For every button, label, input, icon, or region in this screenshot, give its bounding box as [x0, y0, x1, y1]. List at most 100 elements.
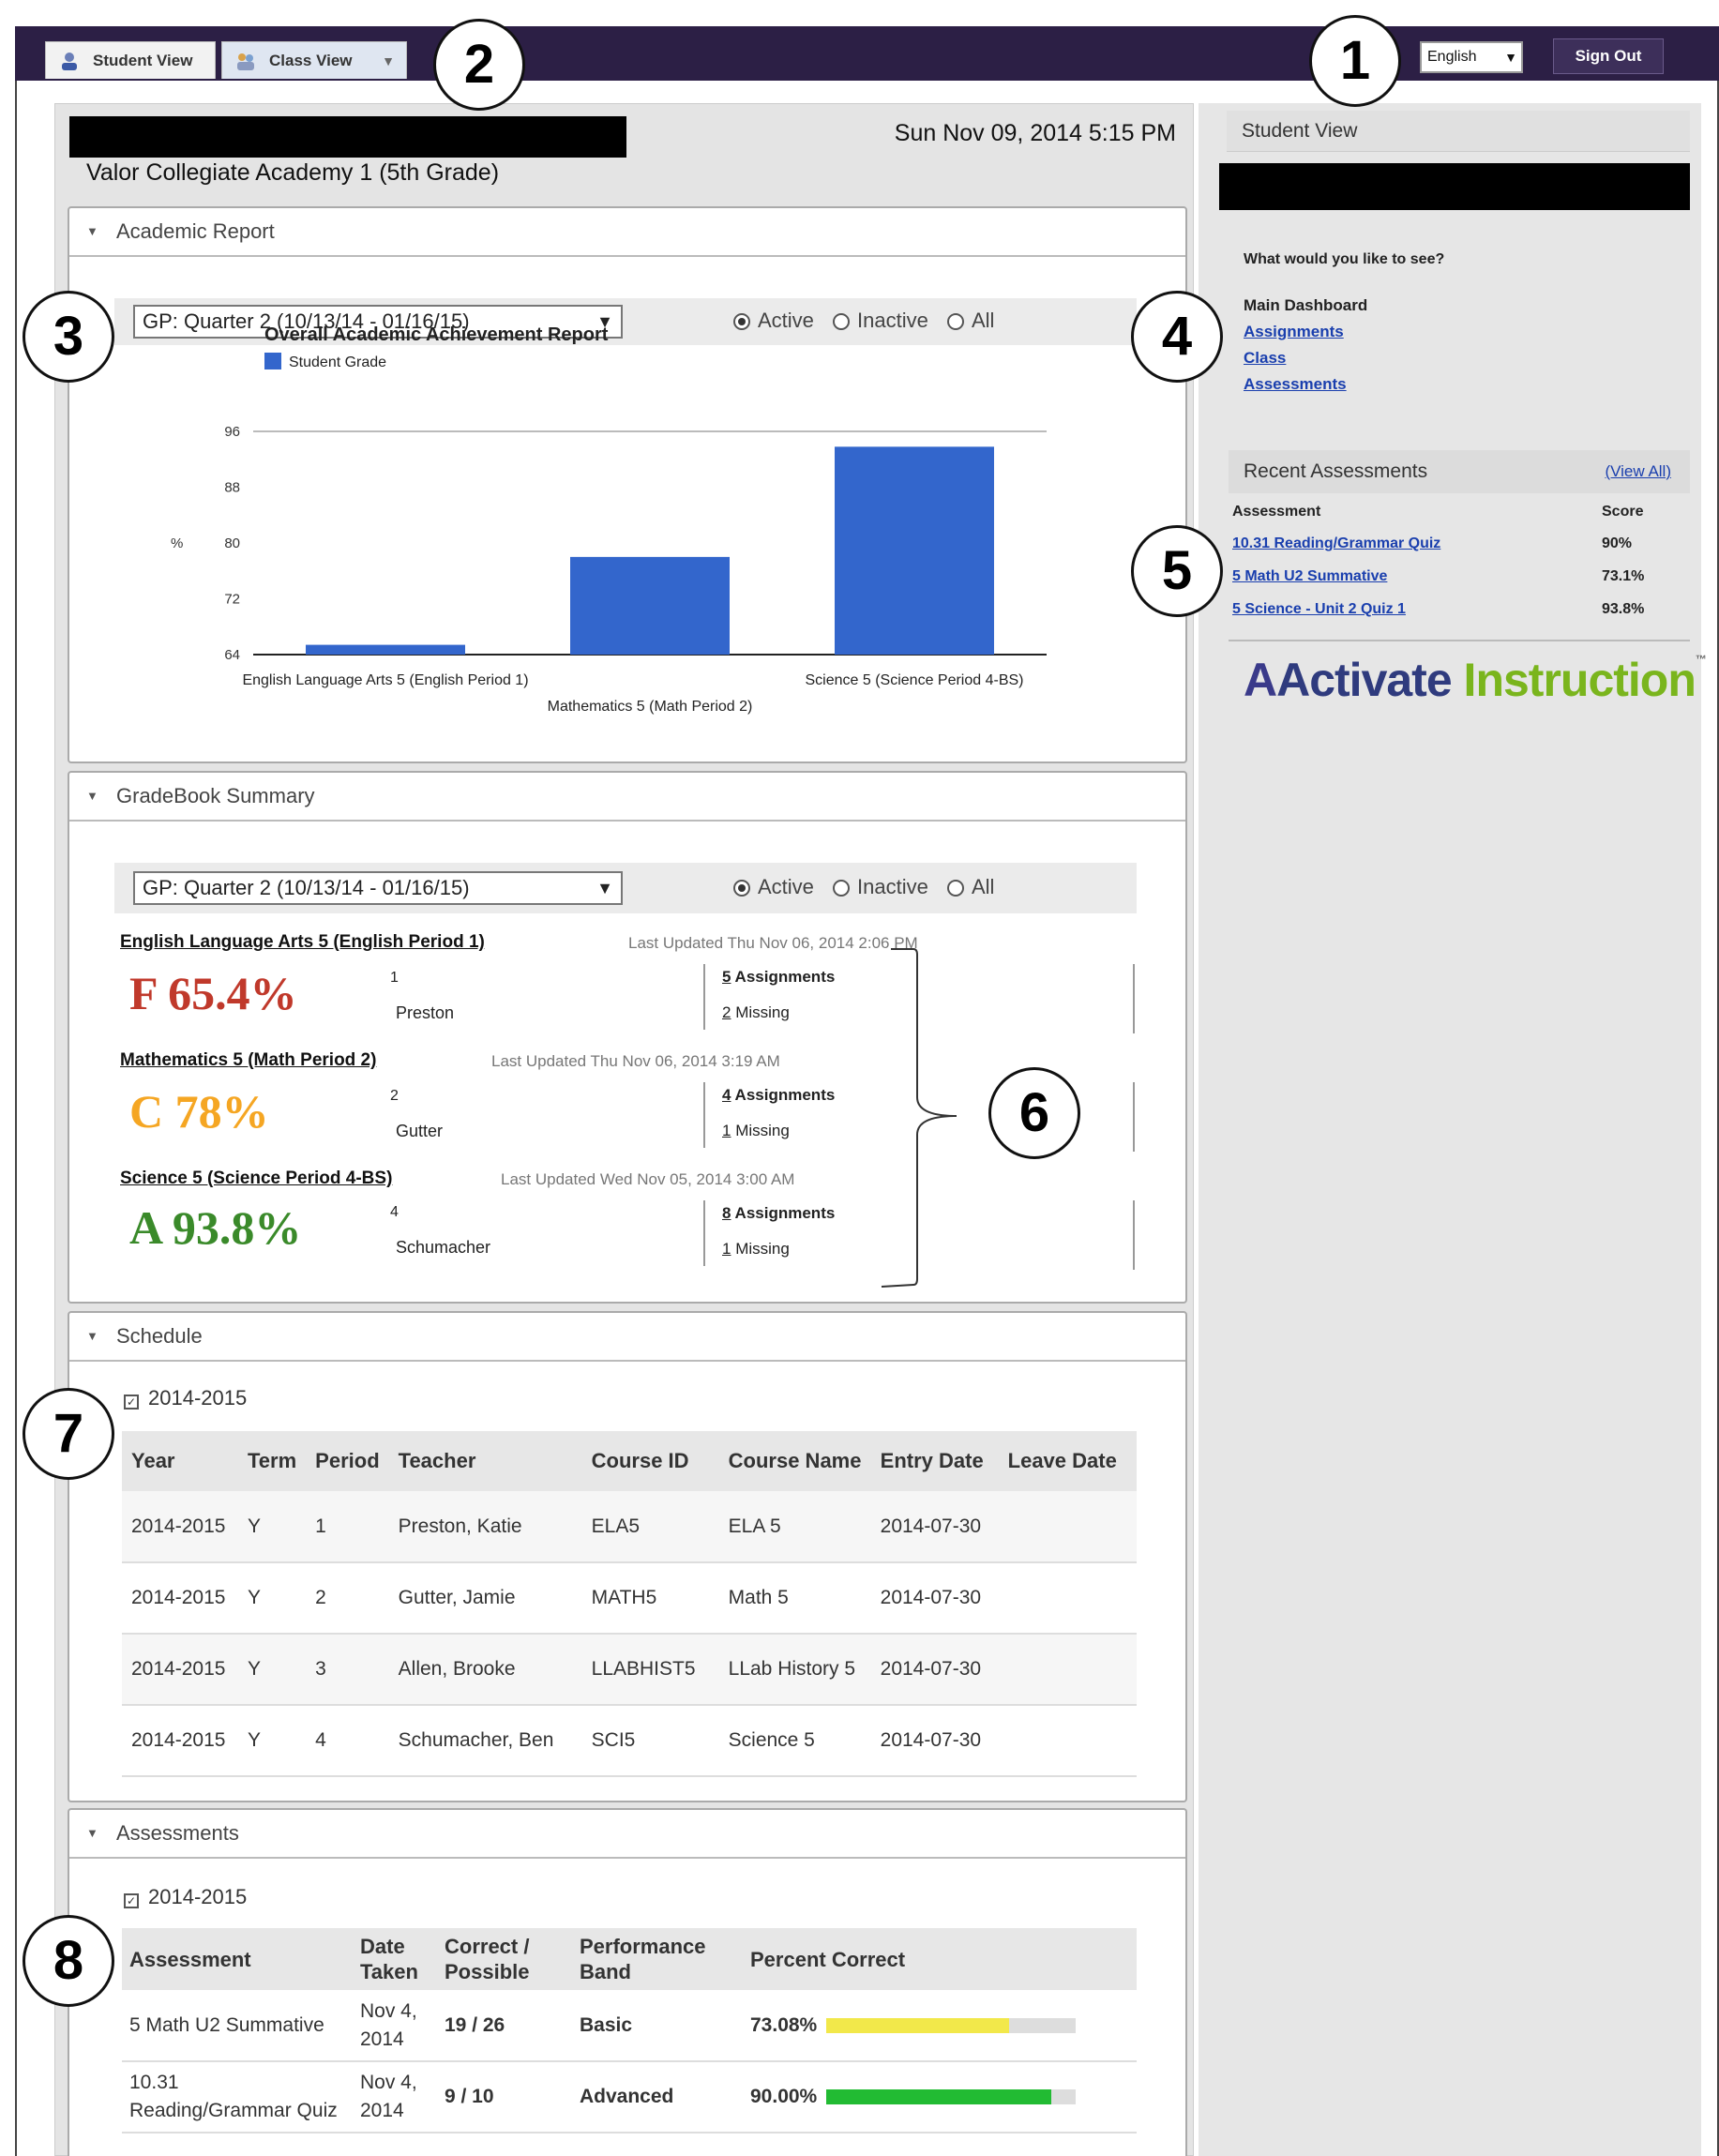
gradebook-header[interactable]: ▼ GradeBook Summary	[69, 773, 1185, 822]
recent-assessment-link[interactable]: 10.31 Reading/Grammar Quiz	[1232, 535, 1440, 552]
radio-button[interactable]	[733, 880, 750, 897]
divider	[703, 1082, 705, 1148]
cell-date: Nov 4, 2014	[353, 1990, 437, 2062]
cell-course-id: LLABHIST5	[581, 1634, 719, 1706]
progress-bar	[826, 2017, 1077, 2033]
radio-label: All	[972, 875, 995, 898]
assignments-link[interactable]: 8 Assignments	[722, 1204, 835, 1223]
table-row: 10.31 Reading/Grammar Quiz Nov 4, 2014 9…	[122, 2061, 1137, 2133]
cell-term: Y	[238, 1634, 307, 1706]
cell-correct: 19 / 26	[437, 1990, 572, 2062]
missing-link[interactable]: 2 Missing	[722, 1003, 790, 1022]
cell-term: Y	[238, 1705, 307, 1777]
cell-teacher: Allen, Brooke	[388, 1634, 582, 1706]
table-row: 5 Math U2 Summative Nov 4, 2014 19 / 26 …	[122, 1990, 1137, 2062]
grading-period-select[interactable]: GP: Quarter 2 (10/13/14 - 01/16/15) ▼	[133, 871, 623, 905]
y-tick-label: 80	[224, 535, 240, 551]
year-toggle[interactable]: ✓ 2014-2015	[124, 1386, 247, 1410]
callout-6: 6	[988, 1067, 1080, 1159]
cell-percent: 90.00%	[743, 2061, 1137, 2133]
section-title: Assessments	[116, 1821, 239, 1845]
view-all-link[interactable]: (View All)	[1605, 450, 1671, 493]
schedule-section: ▼ Schedule ✓ 2014-2015 Year Term Period Te…	[68, 1311, 1187, 1802]
assignments-link[interactable]: 5 Assignments	[722, 968, 835, 987]
sidebar-link-assignments[interactable]: Assignments	[1244, 323, 1344, 341]
radio-inactive[interactable]: Inactive	[833, 872, 928, 902]
missing-link[interactable]: 1 Missing	[722, 1240, 790, 1259]
collapse-triangle-icon[interactable]: ▼	[86, 1313, 98, 1360]
assessments-section: ▼ Assessments ✓ 2014-2015 Assessment Date …	[68, 1808, 1187, 2156]
divider	[1133, 1200, 1135, 1270]
assignments-link[interactable]: 4 Assignments	[722, 1086, 835, 1105]
course-link-math[interactable]: Mathematics 5 (Math Period 2)	[120, 1050, 376, 1071]
sidebar-item-main-dashboard[interactable]: Main Dashboard	[1244, 296, 1367, 315]
year-toggle[interactable]: ✓ 2014-2015	[124, 1885, 247, 1909]
col-header: Year	[122, 1431, 238, 1491]
cell-course-name: Math 5	[718, 1562, 871, 1635]
sign-out-button[interactable]: Sign Out	[1553, 38, 1664, 74]
radio-label: Active	[758, 875, 814, 898]
tab-class-view[interactable]: Class View ▼	[221, 41, 407, 79]
tab-student-view[interactable]: Student View	[45, 41, 216, 79]
recent-assessment-link[interactable]: 5 Science - Unit 2 Quiz 1	[1232, 601, 1406, 618]
percent-value: 90.00%	[750, 2086, 818, 2107]
chevron-down-icon: ▼	[1504, 50, 1517, 65]
collapse-triangle-icon[interactable]: ▼	[86, 773, 98, 820]
radio-all[interactable]: All	[947, 872, 994, 902]
missing-link[interactable]: 1 Missing	[722, 1122, 790, 1140]
col-header: Correct / Possible	[437, 1928, 572, 1990]
sidebar-link-assessments[interactable]: Assessments	[1244, 375, 1347, 394]
status-radio-group: Active Inactive All	[733, 872, 1007, 902]
recent-assessment-link[interactable]: 5 Math U2 Summative	[1232, 568, 1387, 585]
course-teacher: Preston	[396, 1003, 455, 1022]
recent-assessments-title: Recent Assessments	[1244, 460, 1428, 482]
collapse-triangle-icon[interactable]: ▼	[86, 1810, 98, 1857]
grading-period-value: GP: Quarter 2 (10/13/14 - 01/16/15)	[143, 876, 470, 899]
missing-label: Missing	[731, 1240, 790, 1258]
callout-5: 5	[1131, 525, 1223, 617]
sidebar-link-class[interactable]: Class	[1244, 349, 1286, 368]
col-assessment-label: Assessment	[1232, 504, 1321, 520]
bar-chart: 64 72 80 88 96% English Language Arts 5 (Engl…	[171, 424, 1047, 715]
schedule-header[interactable]: ▼ Schedule	[69, 1313, 1185, 1362]
chevron-down-icon[interactable]: ▼	[382, 42, 395, 80]
y-tick-label: 64	[224, 647, 240, 663]
radio-button[interactable]	[833, 880, 851, 897]
class-icon	[237, 53, 254, 70]
course-link-science[interactable]: Science 5 (Science Period 4-BS)	[120, 1168, 392, 1189]
cell-teacher: Gutter, Jamie	[388, 1562, 582, 1635]
cell-entry-date: 2014-07-30	[870, 1491, 999, 1563]
assessments-header[interactable]: ▼ Assessments	[69, 1810, 1185, 1859]
radio-button[interactable]	[947, 880, 964, 897]
cell-leave-date	[998, 1634, 1137, 1706]
radio-active[interactable]: Active	[733, 872, 814, 902]
missing-label: Missing	[731, 1003, 790, 1021]
course-link-english[interactable]: English Language Arts 5 (English Period …	[120, 932, 485, 953]
school-name: Valor Collegiate Academy 1 (5th Grade)	[86, 159, 500, 186]
course-grade: A 93.8%	[129, 1201, 302, 1254]
course-grade: C 78%	[129, 1085, 269, 1138]
assignments-label: Assignments	[731, 1204, 836, 1222]
cell-correct: 9 / 10	[437, 2061, 572, 2133]
cell-period: 1	[306, 1491, 389, 1563]
col-header: Performance Band	[572, 1928, 743, 1990]
col-header: Course Name	[718, 1431, 871, 1491]
cell-percent: 73.08%	[743, 1990, 1137, 2062]
language-select[interactable]: English ▼	[1420, 41, 1523, 73]
checkbox-icon[interactable]: ✓	[124, 1893, 139, 1908]
col-header: Teacher	[388, 1431, 582, 1491]
assignments-label: Assignments	[731, 1086, 836, 1104]
recent-assessments-header: Recent Assessments (View All)	[1229, 450, 1690, 493]
course-period: 1	[390, 970, 399, 986]
checkbox-icon[interactable]: ✓	[124, 1395, 139, 1410]
student-icon	[62, 53, 77, 70]
cell-date: Nov 4, 2014	[353, 2061, 437, 2133]
activate-instruction-logo: AActivate Instruction™	[1244, 653, 1707, 707]
chevron-down-icon: ▼	[596, 879, 613, 897]
table-row: 2014-2015 Y 2 Gutter, Jamie MATH5 Math 5 2014-…	[122, 1562, 1137, 1635]
sidebar-title: Student View	[1227, 111, 1690, 152]
recent-assessment-score: 90%	[1602, 535, 1633, 551]
cell-period: 2	[306, 1562, 389, 1635]
y-tick-label: 72	[224, 592, 240, 608]
schedule-table: Year Term Period Teacher Course ID Cours…	[122, 1431, 1137, 1777]
